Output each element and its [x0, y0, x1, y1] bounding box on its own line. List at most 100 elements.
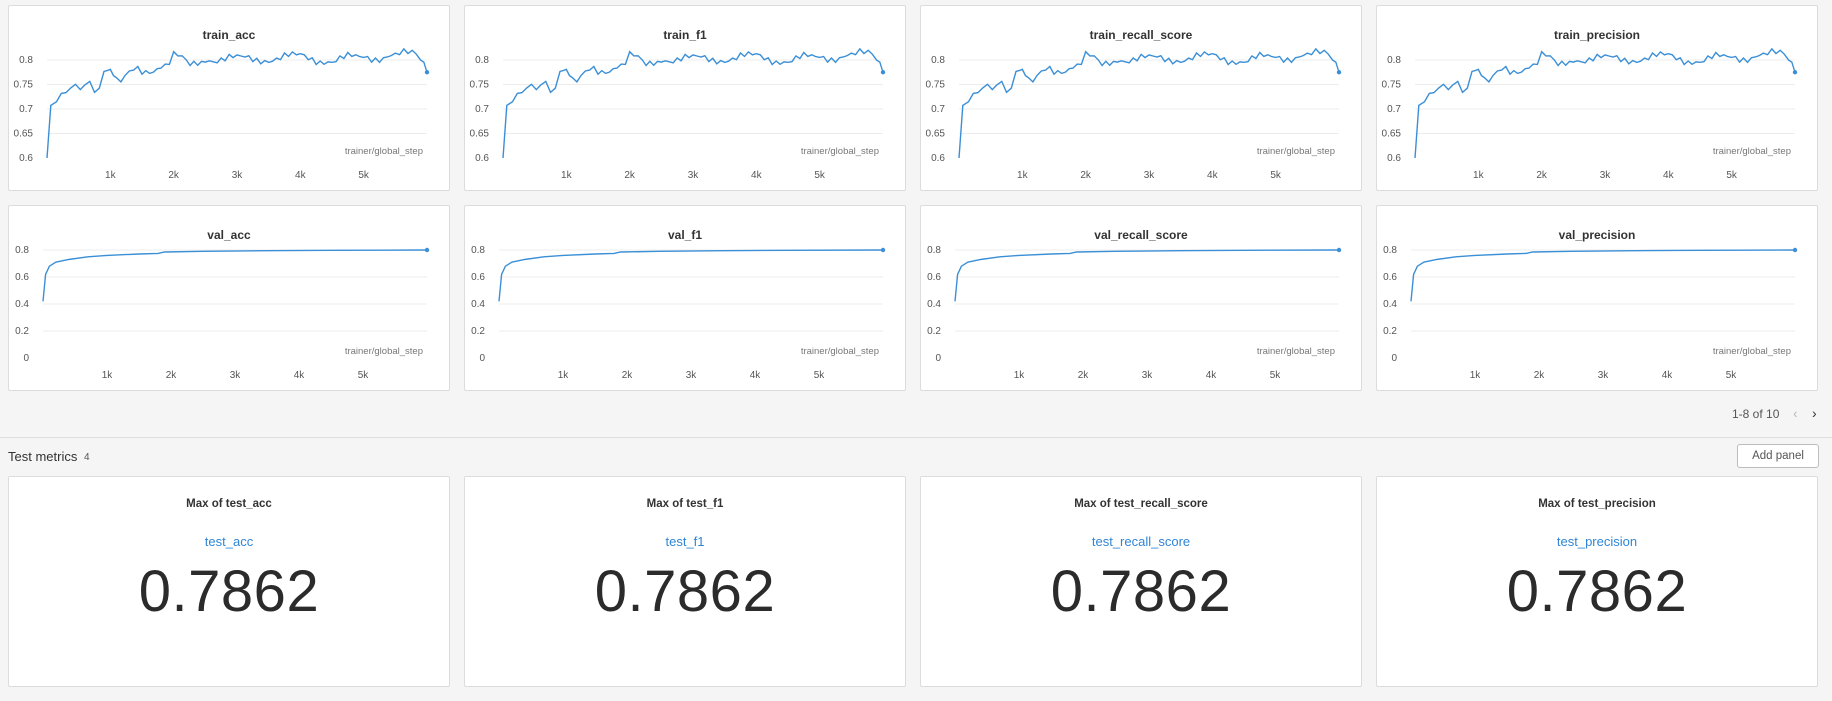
series-end-point: [424, 247, 430, 253]
x-tick-label: 1k: [102, 370, 114, 381]
series-line: [1414, 47, 1796, 159]
x-tick-label: 2k: [624, 170, 636, 181]
x-tick-label: 2k: [1534, 370, 1546, 381]
series-end-point: [1336, 247, 1342, 253]
x-tick-label: 5k: [814, 370, 826, 381]
x-tick-label: 2k: [1080, 170, 1092, 181]
y-tick-label: 0.65: [1382, 129, 1402, 140]
x-tick-label: 4k: [294, 370, 306, 381]
line-chart: 0.8 0.75 0.7 0.65 0.6 1k 2k 3k 4k 5k trainer/globa…: [470, 47, 886, 181]
chart-panel-train-f1[interactable]: train_f1 0.8 0.75 0.7 0.65 0.6 1k 2k 3k 4k 5k trai…: [464, 5, 906, 191]
x-tick-label: 1k: [1014, 370, 1026, 381]
line-chart: 0.8 0.75 0.7 0.65 0.6 1k 2k 3k 4k 5k trainer/globa…: [926, 47, 1342, 181]
y-tick-label: 0.8: [1387, 55, 1401, 66]
line-chart: 0.8 0.6 0.4 0.2 0 1k 2k 3k 4k 5k trainer/global_st…: [1383, 245, 1798, 381]
chart-panel-train-precision[interactable]: train_precision 0.8 0.75 0.7 0.65 0.6 1k 2k 3k 4…: [1376, 5, 1818, 191]
y-tick-label: 0.75: [926, 80, 946, 91]
y-tick-label: 0.6: [931, 153, 945, 164]
x-tick-label: 3k: [688, 170, 700, 181]
x-tick-label: 4k: [1207, 170, 1219, 181]
y-tick-label: 0.4: [927, 299, 941, 310]
chart-panel-train-acc[interactable]: train_acc 0.8 0.75 0.7 0.65 0.6 1k 2k 3k 4k 5k tra…: [8, 5, 450, 191]
series-line: [46, 47, 428, 159]
y-tick-label: 0.6: [471, 272, 485, 283]
chart-panel-val-acc[interactable]: val_acc 0.8 0.6 0.4 0.2 0 1k 2k 3k 4k 5k trainer/g…: [8, 205, 450, 391]
x-axis-label: trainer/global_step: [1713, 146, 1791, 157]
series-end-point: [1792, 70, 1798, 75]
x-tick-label: 4k: [1662, 370, 1674, 381]
chart-panel-val-f1[interactable]: val_f1 0.8 0.6 0.4 0.2 0 1k 2k 3k 4k 5k trainer/gl…: [464, 205, 906, 391]
chart-panel-val-recall-score[interactable]: val_recall_score 0.8 0.6 0.4 0.2 0 1k 2k 3k 4k 5k…: [920, 205, 1362, 391]
x-tick-label: 1k: [561, 170, 573, 181]
series-line: [954, 249, 1340, 302]
series-end-point: [1792, 247, 1798, 253]
metric-link[interactable]: test_precision: [1376, 534, 1818, 549]
metric-link[interactable]: test_acc: [8, 534, 450, 549]
y-tick-label: 0.8: [15, 245, 29, 256]
series-end-point: [880, 70, 886, 75]
y-tick-label: 0.2: [15, 326, 29, 337]
y-tick-label: 0.7: [931, 104, 945, 115]
x-tick-label: 1k: [1017, 170, 1029, 181]
x-tick-label: 3k: [1600, 170, 1612, 181]
line-chart: 0.8 0.6 0.4 0.2 0 1k 2k 3k 4k 5k trainer/global_st…: [15, 245, 430, 381]
chevron-right-icon[interactable]: ›: [1812, 405, 1817, 421]
y-tick-label: 0.8: [931, 55, 945, 66]
y-tick-label: 0.7: [19, 104, 33, 115]
y-tick-label: 0.4: [471, 299, 485, 310]
x-tick-label: 3k: [230, 370, 242, 381]
metric-panel-test-precision[interactable]: [1376, 476, 1818, 687]
x-tick-label: 3k: [686, 370, 698, 381]
x-axis-label: trainer/global_step: [801, 346, 879, 357]
x-tick-label: 3k: [1598, 370, 1610, 381]
chart-panel-val-precision[interactable]: val_precision 0.8 0.6 0.4 0.2 0 1k 2k 3k 4k 5k tra…: [1376, 205, 1818, 391]
y-tick-label: 0.8: [927, 245, 941, 256]
y-tick-label: 0: [479, 353, 485, 364]
y-tick-label: 0.6: [15, 272, 29, 283]
panel-count-badge: 4: [84, 452, 90, 463]
y-tick-label: 0.4: [1383, 299, 1397, 310]
x-tick-label: 1k: [1470, 370, 1482, 381]
series-end-point: [880, 247, 886, 253]
y-tick-label: 0.8: [19, 55, 33, 66]
metric-panel-test-acc[interactable]: [8, 476, 450, 687]
chevron-left-icon[interactable]: ‹: [1793, 405, 1798, 421]
series-line: [958, 47, 1340, 159]
y-tick-label: 0.8: [1383, 245, 1397, 256]
y-tick-label: 0.65: [470, 129, 490, 140]
x-tick-label: 1k: [558, 370, 570, 381]
series-line: [42, 249, 428, 302]
x-tick-label: 5k: [358, 170, 370, 181]
y-tick-label: 0.6: [1383, 272, 1397, 283]
y-tick-label: 0: [935, 353, 941, 364]
y-tick-label: 0.2: [1383, 326, 1397, 337]
series-line: [502, 47, 884, 159]
x-tick-label: 1k: [1473, 170, 1485, 181]
x-tick-label: 2k: [1536, 170, 1548, 181]
y-tick-label: 0.8: [475, 55, 489, 66]
metric-panel-test-recall-score[interactable]: [920, 476, 1362, 687]
metric-panel-test-f1[interactable]: [464, 476, 906, 687]
x-tick-label: 4k: [751, 170, 763, 181]
x-tick-label: 2k: [168, 170, 180, 181]
x-axis-label: trainer/global_step: [1257, 146, 1335, 157]
x-tick-label: 4k: [1663, 170, 1675, 181]
x-axis-label: trainer/global_step: [1713, 346, 1791, 357]
section-title[interactable]: Test metrics: [8, 449, 77, 464]
y-tick-label: 0: [1391, 353, 1397, 364]
x-tick-label: 4k: [750, 370, 762, 381]
metric-link[interactable]: test_recall_score: [920, 534, 1362, 549]
y-tick-label: 0.65: [14, 129, 34, 140]
x-axis-label: trainer/global_step: [1257, 346, 1335, 357]
x-tick-label: 3k: [1144, 170, 1156, 181]
x-tick-label: 5k: [1726, 170, 1738, 181]
chart-panel-train-recall-score[interactable]: train_recall_score 0.8 0.75 0.7 0.65 0.6 1k 2k…: [920, 5, 1362, 191]
y-tick-label: 0: [23, 353, 29, 364]
y-tick-label: 0.65: [926, 129, 946, 140]
metric-link[interactable]: test_f1: [464, 534, 906, 549]
x-tick-label: 5k: [1726, 370, 1738, 381]
add-panel-button[interactable]: Add panel: [1737, 444, 1819, 468]
y-tick-label: 0.8: [471, 245, 485, 256]
x-tick-label: 3k: [232, 170, 244, 181]
y-tick-label: 0.7: [475, 104, 489, 115]
